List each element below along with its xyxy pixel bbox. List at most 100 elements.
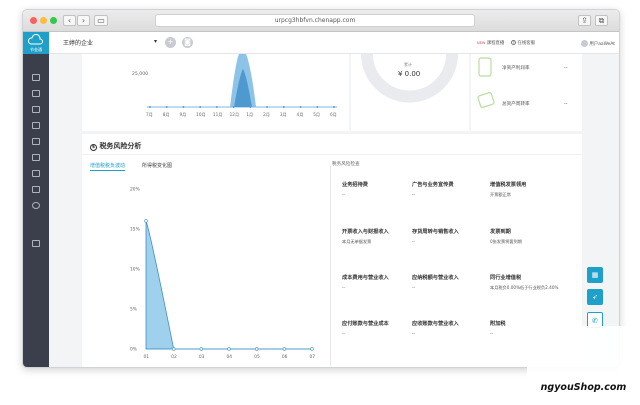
address-bar[interactable]: urpcg3hbfvn.chenapp.com xyxy=(155,14,475,27)
vat-data-point[interactable] xyxy=(310,347,314,351)
risk-item-value: 0张发票将要到期 xyxy=(490,239,522,244)
zoom-window-icon[interactable] xyxy=(50,17,57,24)
user-name: 用户aaWeAt xyxy=(589,42,616,47)
metric-value-profit: -- xyxy=(564,65,568,71)
area-chart-x-tick: 9月 xyxy=(179,112,186,118)
risk-item[interactable]: 存货周转与销售收入 -- xyxy=(412,228,490,245)
profit-rate-illustration xyxy=(478,57,492,77)
risk-item[interactable]: 应付账款与营业成本 -- xyxy=(342,320,420,337)
vat-burden-chart: 20% 15% 10% 5% 0% 01 02 03 04 05 06 07 xyxy=(130,187,316,361)
sidebar-item-dashboard[interactable] xyxy=(32,74,40,81)
risk-item-title: 增值税发票领用 xyxy=(490,182,527,188)
overview-panel-graphics: 25,000 7月 8月 9月 10月 11月 12月 1月 2月 3月 4月 5月 6月 累计 ¥ … xyxy=(132,53,568,131)
tab-vat-volatility[interactable]: 增值税税负波动 xyxy=(90,162,126,171)
risk-item[interactable]: 业务招待费 -- xyxy=(342,181,420,198)
avatar xyxy=(581,40,588,47)
app-logo[interactable]: 节金通 xyxy=(23,32,49,54)
sidebar-item-invoices[interactable] xyxy=(32,122,40,129)
cloud-icon xyxy=(27,34,43,45)
minimize-window-icon[interactable] xyxy=(40,17,47,24)
donut-label: 累计 xyxy=(404,61,412,67)
x-tick-label: 01 xyxy=(144,354,150,360)
x-tick-label: 07 xyxy=(310,354,316,360)
area-chart-x-tick: 6月 xyxy=(330,112,337,118)
metric-value-turnover: -- xyxy=(564,101,568,107)
risk-item-title: 业务招待费 xyxy=(342,182,368,188)
risk-item[interactable]: 发票到期 0张发票将要到期 xyxy=(490,228,568,245)
risk-item[interactable]: 增值税发票领用 开票额正常 xyxy=(490,181,568,198)
sidebar-item-gift[interactable] xyxy=(32,240,40,247)
area-chart-point xyxy=(266,106,269,108)
area-chart-point xyxy=(282,106,285,108)
online-service-link[interactable]: ? 在线客服 xyxy=(511,40,535,46)
section-title: 税务风险分析 xyxy=(99,142,142,150)
sidebar-item-settings[interactable] xyxy=(32,202,40,209)
area-chart-x-tick: 8月 xyxy=(163,112,170,118)
account-icon[interactable]: ◙ xyxy=(182,37,193,48)
risk-item-title: 发票到期 xyxy=(490,229,511,235)
risk-item-title: 开票收入与财报收入 xyxy=(342,229,389,235)
vat-data-point[interactable] xyxy=(282,347,287,351)
risk-item-value: -- xyxy=(412,192,416,197)
browser-toolbar: ‹ › ▭ urpcg3hbfvn.chenapp.com ⇪ ⧉ xyxy=(23,10,619,32)
risk-item-value: 本月无单据发票 xyxy=(342,239,372,244)
overview-panel: 25,000 7月 8月 9月 10月 11月 12月 1月 2月 3月 4月 5月 6月 累计 ¥ … xyxy=(82,53,582,131)
sidebar-toggle-icon[interactable]: ▭ xyxy=(94,15,108,26)
turnover-illustration xyxy=(477,92,495,108)
dollar-circle-icon: $ xyxy=(90,144,97,151)
risk-item[interactable]: 开票收入与财报收入 本月无单据发票 xyxy=(342,228,420,245)
y-tick-label: 15% xyxy=(130,227,140,233)
sidebar-item-print[interactable] xyxy=(32,170,40,177)
new-badge: NEW xyxy=(477,41,486,45)
area-chart-point xyxy=(333,106,335,108)
rocket-icon[interactable]: ➶ xyxy=(587,289,603,305)
company-selector[interactable]: 王婷的企业 xyxy=(63,38,93,47)
vat-data-point[interactable] xyxy=(227,347,231,351)
user-menu[interactable]: 用户aaWeAt xyxy=(581,40,615,47)
risk-divider xyxy=(330,166,331,366)
vat-data-point[interactable] xyxy=(254,347,259,351)
risk-item-title: 应付账款与营业成本 xyxy=(342,321,389,327)
area-chart-point xyxy=(249,106,252,108)
tab-income-tax[interactable]: 所得税变化图 xyxy=(142,162,172,169)
risk-item-title: 成本费用与营业收入 xyxy=(342,275,389,281)
vat-data-point[interactable] xyxy=(144,219,148,223)
sidebar-item-payroll[interactable] xyxy=(32,154,40,161)
area-chart-point xyxy=(299,106,302,108)
main-content: 25,000 7月 8月 9月 10月 11月 12月 1月 2月 3月 4月 5月 6月 累计 ¥ … xyxy=(49,53,619,367)
risk-item[interactable]: 成本费用与营业收入 -- xyxy=(342,274,420,291)
risk-item[interactable]: 同行业增值税 本月税负0.00%低于行业税负2.40% xyxy=(490,274,568,291)
forward-button[interactable]: › xyxy=(77,15,90,26)
sidebar-item-documents[interactable] xyxy=(32,90,40,97)
plus-icon[interactable]: + xyxy=(165,37,176,48)
risk-check-label: 税务风险检查 xyxy=(332,162,360,167)
share-icon[interactable]: ⇪ xyxy=(578,15,591,26)
live-course-link[interactable]: NEW 课程直播 xyxy=(477,40,504,46)
risk-item-value: 开票额正常 xyxy=(490,192,511,197)
browser-window: ‹ › ▭ urpcg3hbfvn.chenapp.com ⇪ ⧉ 节金通 王婷… xyxy=(22,9,620,368)
help-icon: ? xyxy=(511,40,516,45)
area-chart-x-ticks: 7月 8月 9月 10月 11月 12月 1月 2月 3月 4月 5月 6月 xyxy=(146,106,337,118)
risk-item[interactable]: 应收账款与营业收入 -- xyxy=(412,320,490,337)
tabs-icon[interactable]: ⧉ xyxy=(595,15,608,26)
tax-risk-header: $ 税务风险分析 xyxy=(90,141,141,151)
sidebar-item-tax[interactable] xyxy=(32,138,40,145)
vat-data-point[interactable] xyxy=(199,347,204,351)
turnover-icon xyxy=(477,92,495,108)
close-window-icon[interactable] xyxy=(30,17,37,24)
online-service-label: 在线客服 xyxy=(517,41,535,46)
area-chart-x-tick: 3月 xyxy=(280,112,287,118)
top-header: 王婷的企业 ▾ + ◙ NEW 课程直播 ? 在线客服 用户aaWeAt xyxy=(49,32,619,54)
back-button[interactable]: ‹ xyxy=(63,15,76,26)
qr-icon[interactable]: ▦ xyxy=(587,267,603,283)
profit-rate-icon xyxy=(478,57,492,77)
sidebar-item-reports[interactable] xyxy=(32,106,40,113)
risk-item-title: 应收账款与营业收入 xyxy=(412,321,459,327)
chevron-down-icon[interactable]: ▾ xyxy=(154,38,157,45)
sidebar-item-archive[interactable] xyxy=(32,186,40,193)
area-chart-point xyxy=(232,106,235,108)
x-tick-label: 06 xyxy=(282,354,288,360)
risk-item[interactable]: 应纳税额与营业收入 -- xyxy=(412,274,490,291)
vat-data-point[interactable] xyxy=(171,347,176,351)
risk-item[interactable]: 广告与业务宣传费 -- xyxy=(412,181,490,198)
